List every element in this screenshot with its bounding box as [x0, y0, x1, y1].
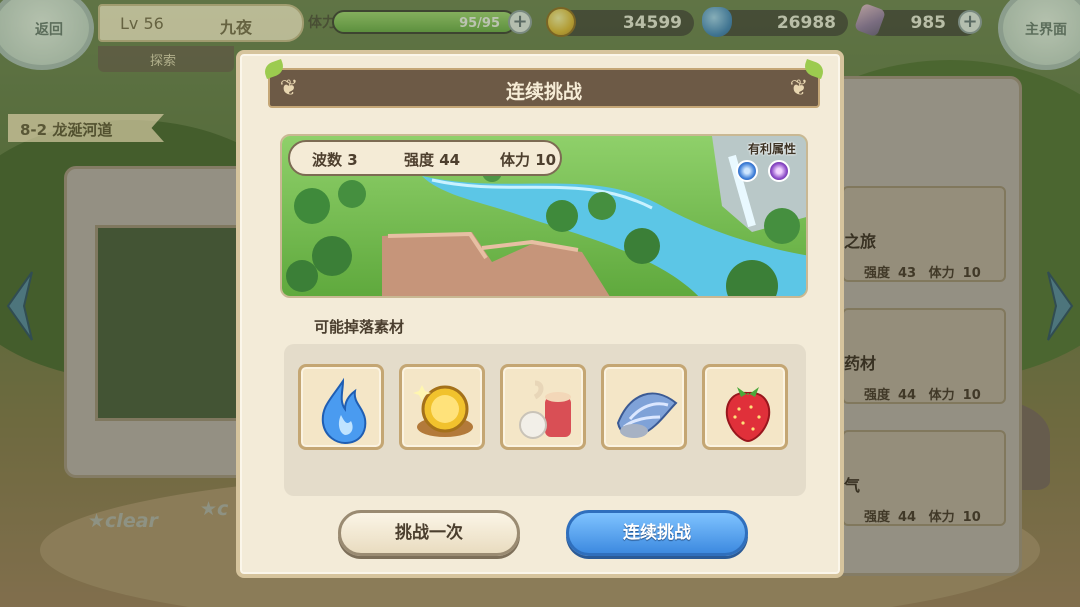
stage-tag: 8-2 龙涎河道: [8, 114, 164, 142]
gem-counter: 26988: [712, 10, 848, 36]
main-menu-button[interactable]: 主界面: [998, 0, 1080, 70]
player-level: Lv 56: [120, 14, 164, 33]
stage-stats: 波数 3 强度 44 体力 10: [288, 140, 562, 176]
blue-flame-icon: [321, 377, 367, 445]
dialog-title: 连续挑战: [505, 81, 582, 103]
coin-counter: 34599: [556, 10, 694, 36]
add-stamina-button[interactable]: +: [508, 10, 532, 34]
coin-icon: [546, 7, 576, 37]
drop-item[interactable]: [500, 364, 586, 450]
stamina-bar: 95/95: [332, 10, 516, 34]
gold-coin-icon: [413, 385, 473, 437]
stage-preview: 波数 3 强度 44 体力 10 有利属性: [280, 134, 808, 298]
drop-item[interactable]: [298, 364, 384, 450]
seashell-icon: [616, 392, 678, 438]
player-name: 九夜: [220, 18, 253, 37]
coin-value: 34599: [622, 13, 682, 33]
player-card: Lv 56 九夜: [98, 4, 304, 42]
drop-item[interactable]: [702, 364, 788, 450]
tab-explore-label: 探索: [150, 54, 177, 69]
drops-panel: [284, 344, 806, 496]
favorable-attribute-label: 有利属性: [747, 142, 796, 156]
main-menu-label: 主界面: [1025, 22, 1067, 38]
stamina-cost-value: 体力 10: [500, 151, 557, 169]
challenge-once-button[interactable]: 挑战一次: [338, 510, 520, 556]
drop-item[interactable]: [399, 364, 485, 450]
add-crystal-button[interactable]: +: [958, 10, 982, 34]
continuous-challenge-button[interactable]: 连续挑战: [566, 510, 748, 556]
strawberry-icon: [725, 387, 771, 443]
drops-label: 可能掉落素材: [314, 318, 405, 336]
dark-orb-icon[interactable]: [768, 160, 790, 182]
back-button[interactable]: 返回: [0, 0, 94, 70]
stage-name: 8-2 龙涎河道: [20, 121, 113, 139]
gem-icon: [702, 7, 732, 37]
drop-item[interactable]: [601, 364, 687, 450]
stamina-value: 95/95: [459, 16, 500, 31]
back-label: 返回: [35, 22, 63, 38]
thread-spool-icon: [519, 380, 571, 439]
dialog-title-bar: ❦ ❦ 连续挑战: [262, 59, 826, 108]
gem-value: 26988: [776, 13, 836, 33]
water-orb-icon[interactable]: [736, 160, 758, 182]
tab-explore[interactable]: 探索: [98, 46, 234, 72]
continuous-challenge-dialog: ❦ ❦ 连续挑战 波数 3 强度 44 体力 10 有利属性 可能掉落素材 挑战…: [236, 50, 844, 578]
strength-value: 强度 44: [404, 151, 461, 169]
waves-value: 波数 3: [312, 151, 358, 169]
crystal-value: 985: [910, 13, 947, 33]
